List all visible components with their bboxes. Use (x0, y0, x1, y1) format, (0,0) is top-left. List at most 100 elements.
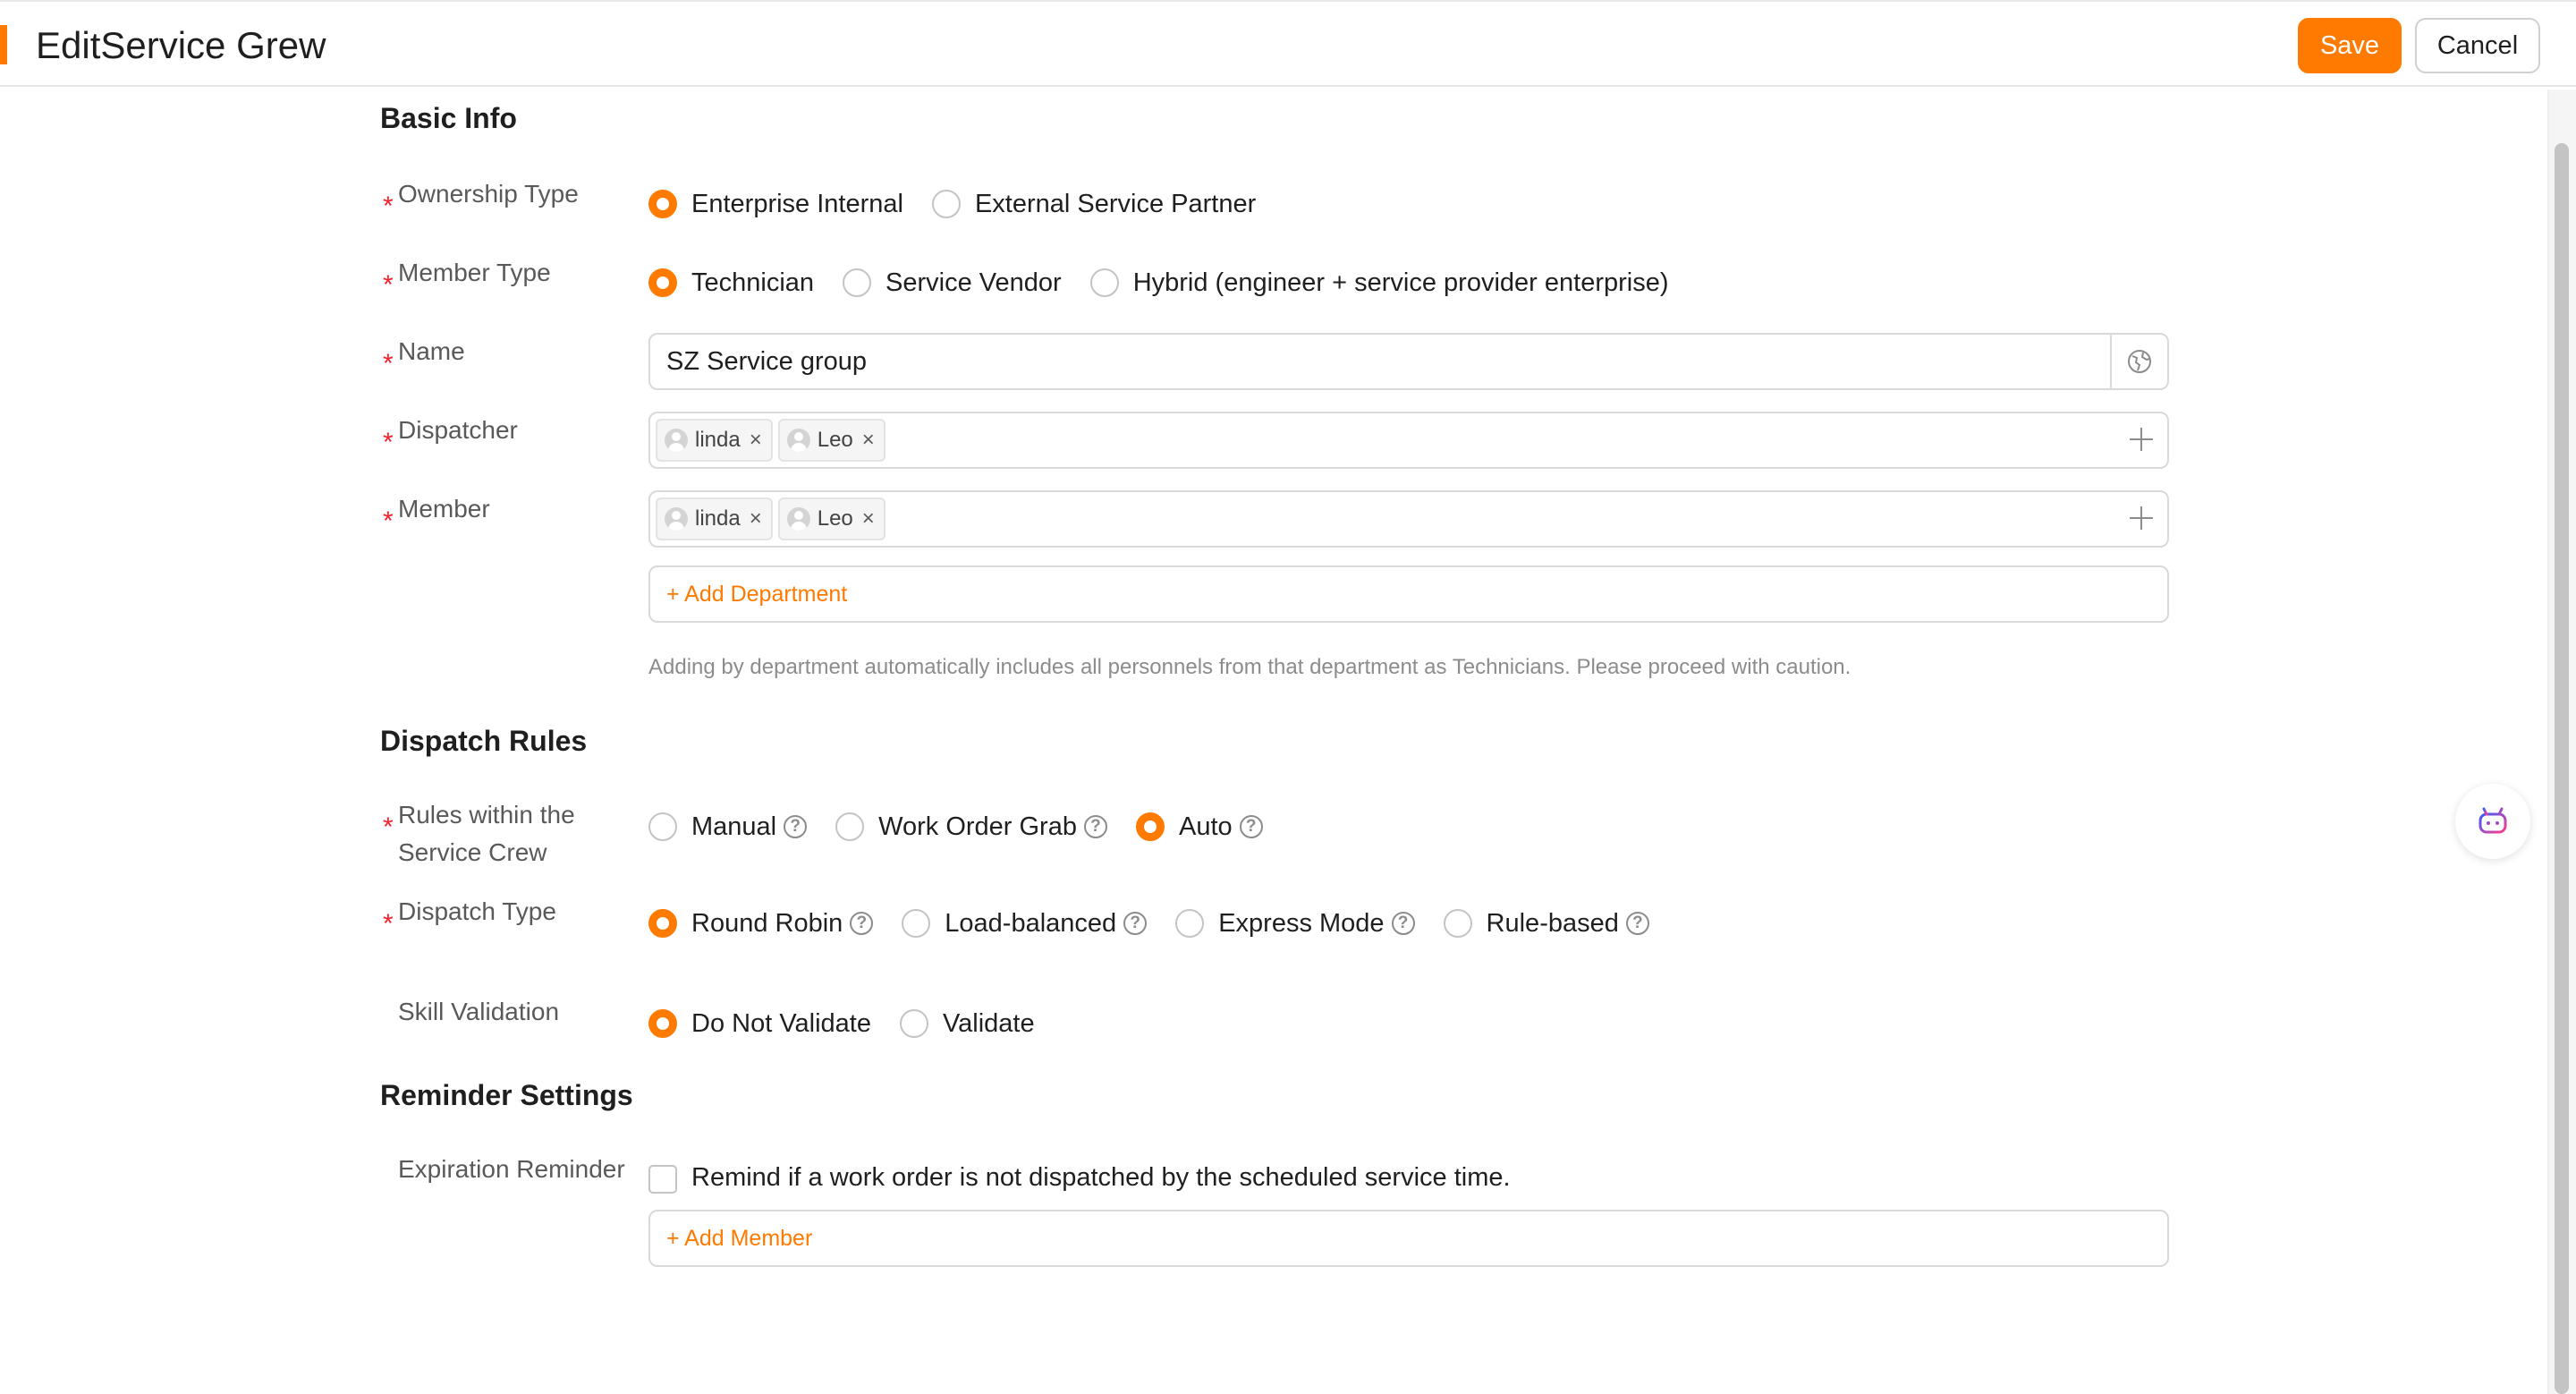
tag-label: Leo (817, 506, 853, 531)
member-option-hybrid[interactable]: Hybrid (engineer + service provider ente… (1089, 268, 1669, 298)
required-mark: * (383, 506, 394, 536)
radio-label: Enterprise Internal (691, 189, 903, 218)
close-icon[interactable]: × (750, 508, 762, 530)
member-select[interactable]: linda × Leo × (648, 490, 2169, 548)
member-tag: Leo × (777, 497, 886, 540)
radio-label: External Service Partner (974, 189, 1257, 218)
radio-unselected-icon[interactable] (899, 1009, 928, 1038)
dispatch-type-label: Dispatch Type (398, 897, 556, 925)
dispatcher-label: Dispatcher (398, 416, 518, 444)
radio-unselected-icon[interactable] (1175, 909, 1205, 938)
radio-selected-icon[interactable] (648, 1009, 677, 1038)
radio-label: Service Vendor (886, 268, 1062, 297)
radio-label: Round Robin (691, 908, 843, 938)
rules-option-manual[interactable]: Manual ? (648, 812, 808, 842)
avatar (786, 507, 810, 531)
header-accent-bar (0, 25, 7, 64)
help-icon[interactable]: ? (1239, 815, 1263, 838)
skill-validation-label: Skill Validation (398, 998, 560, 1025)
dispatch-rules-title: Dispatch Rules (380, 725, 588, 757)
radio-unselected-icon[interactable] (931, 190, 961, 218)
help-icon[interactable]: ? (784, 815, 808, 838)
tag-label: Leo (817, 428, 853, 452)
radio-unselected-icon[interactable] (648, 812, 677, 841)
ownership-option-external-partner[interactable]: External Service Partner (931, 189, 1257, 219)
dispatch-option-express-mode[interactable]: Express Mode ? (1175, 908, 1415, 939)
radio-label: Manual (691, 812, 777, 841)
cancel-button[interactable]: Cancel (2415, 18, 2540, 73)
page-header: EditService Grew Save Cancel (0, 0, 2576, 87)
robot-icon (2479, 807, 2507, 834)
tag-label: linda (695, 506, 741, 531)
avatar (665, 429, 688, 452)
radio-unselected-icon[interactable] (1443, 909, 1472, 938)
skill-option-do-not-validate[interactable]: Do Not Validate (648, 1009, 871, 1039)
dispatch-option-rule-based[interactable]: Rule-based ? (1443, 908, 1649, 939)
skill-validation-radio-group: Do Not Validate Validate (648, 1006, 1063, 1041)
close-icon[interactable]: × (862, 508, 875, 530)
page-title: EditService Grew (36, 24, 326, 66)
radio-label: Rule-based (1486, 908, 1619, 938)
member-tag: linda × (656, 497, 773, 540)
basic-info-title: Basic Info (380, 102, 517, 134)
dispatcher-select[interactable]: linda × Leo × (648, 412, 2169, 469)
scrollbar-thumb[interactable] (2555, 143, 2569, 1394)
member-type-radio-group: Technician Service Vendor Hybrid (engine… (648, 265, 1698, 301)
close-icon[interactable]: × (862, 429, 875, 451)
member-option-technician[interactable]: Technician (648, 268, 814, 298)
radio-unselected-icon[interactable] (1089, 268, 1119, 297)
radio-unselected-icon[interactable] (902, 909, 931, 938)
plus-icon[interactable] (2128, 426, 2155, 453)
help-icon[interactable]: ? (1391, 912, 1415, 935)
rules-within-radio-group: Manual ? Work Order Grab ? Auto ? (648, 809, 1292, 845)
dispatch-option-round-robin[interactable]: Round Robin ? (648, 908, 874, 939)
reminder-settings-title: Reminder Settings (380, 1079, 633, 1111)
dispatch-option-load-balanced[interactable]: Load-balanced ? (902, 908, 1148, 939)
rules-within-label-line1: Rules within the (398, 801, 575, 829)
dispatch-type-radio-group: Round Robin ? Load-balanced ? Express Mo… (648, 905, 1678, 941)
plus-icon[interactable] (2128, 505, 2155, 531)
radio-unselected-icon[interactable] (843, 268, 872, 297)
radio-selected-icon[interactable] (1135, 812, 1165, 841)
add-member-box[interactable]: + Add Member (648, 1210, 2169, 1267)
help-icon[interactable]: ? (1625, 912, 1649, 935)
skill-option-validate[interactable]: Validate (899, 1008, 1035, 1039)
member-option-service-vendor[interactable]: Service Vendor (843, 268, 1062, 298)
expiration-reminder-text: Remind if a work order is not dispatched… (691, 1163, 1511, 1192)
name-input-value[interactable]: SZ Service group (666, 347, 867, 377)
radio-selected-icon[interactable] (648, 268, 677, 297)
rules-option-auto[interactable]: Auto ? (1135, 812, 1263, 842)
radio-label: Express Mode (1218, 908, 1385, 938)
radio-label: Load-balanced (945, 908, 1117, 938)
required-mark: * (383, 812, 394, 842)
radio-label: Validate (942, 1008, 1035, 1038)
ownership-type-radio-group: Enterprise Internal External Service Par… (648, 186, 1284, 222)
rules-option-work-order-grab[interactable]: Work Order Grab ? (835, 812, 1107, 842)
required-mark: * (383, 349, 394, 378)
ownership-option-enterprise-internal[interactable]: Enterprise Internal (648, 190, 903, 219)
radio-selected-icon[interactable] (648, 909, 677, 938)
edit-service-crew-page: EditService Grew Save Cancel Basic Info … (0, 0, 2576, 1394)
radio-selected-icon[interactable] (648, 190, 677, 218)
required-mark: * (383, 909, 394, 939)
globe-icon[interactable] (2110, 335, 2167, 388)
dispatcher-tags: linda × Leo × (656, 419, 891, 462)
help-icon[interactable]: ? (1083, 815, 1107, 838)
expiration-reminder-checkbox[interactable] (648, 1165, 677, 1194)
radio-label: Do Not Validate (691, 1008, 871, 1038)
dispatcher-tag: linda × (656, 419, 773, 462)
rules-within-label-line2: Service Crew (398, 838, 547, 866)
name-label: Name (398, 337, 465, 365)
radio-unselected-icon[interactable] (835, 812, 865, 841)
assistant-bot-button[interactable] (2455, 784, 2530, 859)
tag-label: linda (695, 428, 741, 452)
add-member-link[interactable]: + Add Member (666, 1226, 812, 1252)
add-department-link[interactable]: + Add Department (666, 582, 847, 608)
add-department-box[interactable]: + Add Department (648, 565, 2169, 623)
save-button[interactable]: Save (2298, 18, 2402, 73)
help-icon[interactable]: ? (850, 912, 874, 935)
close-icon[interactable]: × (750, 429, 762, 451)
help-icon[interactable]: ? (1123, 912, 1148, 935)
radio-label: Auto (1178, 812, 1233, 841)
name-input[interactable]: SZ Service group (648, 333, 2169, 390)
